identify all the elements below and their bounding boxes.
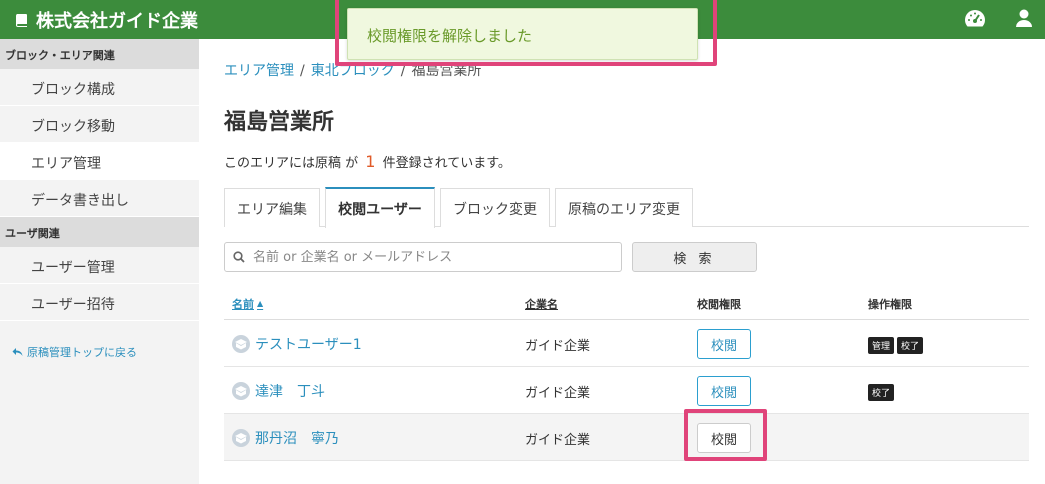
avatar-icon: [232, 335, 250, 353]
perm-badge-complete: 校了: [868, 384, 895, 401]
back-to-top-link[interactable]: 原稿管理トップに戻る: [0, 321, 199, 360]
table-row: テストユーザー1 ガイド企業 校閲 管理 校了: [224, 320, 1029, 367]
reply-arrow-icon: [12, 348, 23, 356]
column-header-name-label: 名前: [232, 298, 254, 311]
column-header-company[interactable]: 企業名: [525, 296, 558, 312]
count-suffix: 件登録されています。: [382, 156, 511, 171]
breadcrumb-area-management[interactable]: エリア管理: [224, 63, 294, 79]
sidebar-section-block-area: ブロック・エリア関連: [0, 39, 199, 69]
sidebar-item-block-structure[interactable]: ブロック構成: [0, 69, 199, 106]
sidebar-section-user: ユーザ関連: [0, 217, 199, 247]
back-link-label: 原稿管理トップに戻る: [27, 346, 137, 359]
perm-badge-admin: 管理: [868, 337, 895, 354]
table-row: 那丹沼 寧乃 ガイド企業 校閲: [224, 414, 1029, 461]
sidebar-item-area-management[interactable]: エリア管理: [0, 143, 199, 180]
table-header: 名前 ▲ 企業名 校閲権限 操作権限: [224, 292, 1029, 320]
breadcrumb-separator: /: [400, 63, 406, 79]
search-icon: [233, 251, 245, 263]
user-icon[interactable]: [1015, 8, 1033, 32]
company-name: ガイド企業: [525, 433, 591, 448]
user-name-link[interactable]: テストユーザー1: [232, 334, 362, 354]
column-header-name[interactable]: 名前 ▲: [232, 296, 263, 312]
avatar-icon: [232, 429, 250, 447]
column-header-review: 校閲権限: [697, 298, 741, 311]
breadcrumb-tohoku-block[interactable]: 東北ブロック: [311, 63, 395, 79]
permission-badges: 校了: [868, 384, 897, 401]
company-name: ガイド企業: [525, 386, 591, 401]
tab-reviewer-users[interactable]: 校閲ユーザー: [325, 187, 435, 228]
tab-manuscript-area-change[interactable]: 原稿のエリア変更: [555, 188, 693, 227]
search-button[interactable]: 検 索: [632, 242, 757, 272]
toast-notification: 校閲権限を解除しました: [347, 8, 698, 60]
sidebar-item-data-export[interactable]: データ書き出し: [0, 180, 199, 217]
manuscript-count: このエリアには原稿 が 1 件登録されています。: [224, 152, 511, 171]
perm-badge-complete: 校了: [897, 337, 924, 354]
user-name: 那丹沼 寧乃: [255, 431, 339, 447]
avatar-icon: [232, 382, 250, 400]
review-toggle-button[interactable]: 校閲: [697, 376, 751, 406]
column-header-ops: 操作権限: [868, 298, 912, 311]
count-value: 1: [365, 152, 376, 171]
sort-asc-icon: ▲: [257, 299, 264, 308]
sidebar-item-user-invite[interactable]: ユーザー招待: [0, 284, 199, 321]
tab-area-edit[interactable]: エリア編集: [224, 188, 320, 227]
review-toggle-button[interactable]: 校閲: [697, 329, 751, 359]
user-name: テストユーザー1: [255, 337, 362, 353]
review-toggle-button[interactable]: 校閲: [697, 423, 751, 453]
tab-bar: エリア編集 校閲ユーザー ブロック変更 原稿のエリア変更: [224, 187, 1029, 228]
company-name: ガイド企業: [525, 339, 591, 354]
sidebar-item-user-management[interactable]: ユーザー管理: [0, 247, 199, 284]
brand[interactable]: 株式会社ガイド企業: [14, 7, 198, 33]
breadcrumb: エリア管理 / 東北ブロック / 福島営業所: [224, 60, 481, 80]
search-input[interactable]: [253, 249, 593, 265]
book-icon: [15, 14, 27, 27]
user-name: 達津 丁斗: [255, 384, 325, 400]
user-name-link[interactable]: 達津 丁斗: [232, 381, 325, 401]
sidebar: ブロック・エリア関連 ブロック構成 ブロック移動 エリア管理 データ書き出し ユ…: [0, 39, 199, 484]
table-row: 達津 丁斗 ガイド企業 校閲 校了: [224, 367, 1029, 414]
page-title: 福島営業所: [224, 110, 335, 135]
user-name-link[interactable]: 那丹沼 寧乃: [232, 428, 339, 448]
tab-block-change[interactable]: ブロック変更: [440, 188, 550, 227]
app-title: 株式会社ガイド企業: [36, 11, 198, 32]
permission-badges: 管理 校了: [868, 337, 926, 354]
sidebar-item-block-move[interactable]: ブロック移動: [0, 106, 199, 143]
breadcrumb-separator: /: [300, 63, 305, 79]
count-prefix: このエリアには原稿 が: [224, 156, 359, 171]
dashboard-icon[interactable]: [964, 8, 986, 32]
breadcrumb-current: 福島営業所: [411, 63, 482, 79]
search-field: [224, 242, 622, 272]
